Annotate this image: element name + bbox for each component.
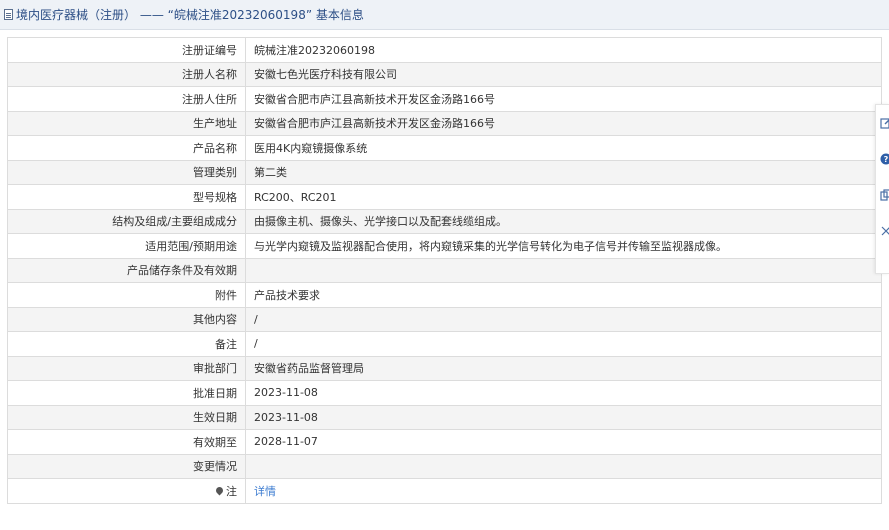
pin-icon <box>214 485 225 496</box>
row-label: 生产地址 <box>7 110 246 136</box>
table-row: 批准日期 2023-11-08 <box>7 380 882 406</box>
row-label: 审批部门 <box>7 355 246 381</box>
table-row: 其他内容 / <box>7 306 882 332</box>
row-value: 2028-11-07 <box>245 429 882 455</box>
page-title: 境内医疗器械（注册） —— “皖械注准20232060198” 基本信息 <box>16 8 364 22</box>
row-label: 注册人名称 <box>7 61 246 87</box>
row-value <box>245 453 882 479</box>
row-value: 皖械注准20232060198 <box>245 37 882 63</box>
row-value: 产品技术要求 <box>245 282 882 308</box>
row-label: 产品储存条件及有效期 <box>7 257 246 283</box>
row-value: RC200、RC201 <box>245 184 882 210</box>
note-label: 注 <box>226 484 237 498</box>
row-value: 第二类 <box>245 159 882 185</box>
row-value: 安徽七色光医疗科技有限公司 <box>245 61 882 87</box>
row-label: 批准日期 <box>7 380 246 406</box>
table-row: 注册人名称 安徽七色光医疗科技有限公司 <box>7 61 882 87</box>
details-link[interactable]: 详情 <box>254 485 276 498</box>
row-value: 由摄像主机、摄像头、光学接口以及配套线缆组成。 <box>245 208 882 234</box>
row-label: 注册人住所 <box>7 86 246 112</box>
table-row: 备注 / <box>7 331 882 357</box>
row-value: 2023-11-08 <box>245 380 882 406</box>
row-label: 管理类别 <box>7 159 246 185</box>
table-row: 生效日期 2023-11-08 <box>7 404 882 430</box>
row-value: 与光学内窥镜及监视器配合使用，将内窥镜采集的光学信号转化为电子信号并传输至监视器… <box>245 233 882 259</box>
row-label: 型号规格 <box>7 184 246 210</box>
edit-icon[interactable] <box>880 117 889 129</box>
row-value: 医用4K内窥镜摄像系统 <box>245 135 882 161</box>
table-row: 产品名称 医用4K内窥镜摄像系统 <box>7 135 882 161</box>
row-label: 其他内容 <box>7 306 246 332</box>
table-row: 审批部门 安徽省药品监督管理局 <box>7 355 882 381</box>
row-label: 注册证编号 <box>7 37 246 63</box>
row-value: / <box>245 306 882 332</box>
table-row: 管理类别 第二类 <box>7 159 882 185</box>
row-value: 安徽省合肥市庐江县高新技术开发区金汤路166号 <box>245 86 882 112</box>
row-label: 变更情况 <box>7 453 246 479</box>
row-value <box>245 257 882 283</box>
info-table: 注册证编号 皖械注准20232060198 注册人名称 安徽七色光医疗科技有限公… <box>7 37 882 504</box>
row-value: 安徽省药品监督管理局 <box>245 355 882 381</box>
page-header: 境内医疗器械（注册） —— “皖械注准20232060198” 基本信息 <box>0 0 889 30</box>
table-row: 适用范围/预期用途 与光学内窥镜及监视器配合使用，将内窥镜采集的光学信号转化为电… <box>7 233 882 259</box>
row-label: 适用范围/预期用途 <box>7 233 246 259</box>
close-icon[interactable] <box>880 225 889 237</box>
copy-icon[interactable] <box>880 189 889 201</box>
row-label: 产品名称 <box>7 135 246 161</box>
side-toolbar: ? <box>875 104 889 274</box>
row-value: 安徽省合肥市庐江县高新技术开发区金汤路166号 <box>245 110 882 136</box>
table-row: 注册证编号 皖械注准20232060198 <box>7 37 882 63</box>
table-row: 注册人住所 安徽省合肥市庐江县高新技术开发区金汤路166号 <box>7 86 882 112</box>
note-row: 注 详情 <box>7 478 882 504</box>
help-icon[interactable]: ? <box>880 153 889 165</box>
table-row: 型号规格 RC200、RC201 <box>7 184 882 210</box>
table-row: 附件 产品技术要求 <box>7 282 882 308</box>
row-value: / <box>245 331 882 357</box>
row-value: 2023-11-08 <box>245 404 882 430</box>
table-row: 结构及组成/主要组成成分 由摄像主机、摄像头、光学接口以及配套线缆组成。 <box>7 208 882 234</box>
row-label: 生效日期 <box>7 404 246 430</box>
table-row: 有效期至 2028-11-07 <box>7 429 882 455</box>
svg-text:?: ? <box>884 155 889 164</box>
row-label: 备注 <box>7 331 246 357</box>
document-icon <box>4 9 13 20</box>
table-row: 产品储存条件及有效期 <box>7 257 882 283</box>
row-label: 结构及组成/主要组成成分 <box>7 208 246 234</box>
table-row: 变更情况 <box>7 453 882 479</box>
row-label: 有效期至 <box>7 429 246 455</box>
table-row: 生产地址 安徽省合肥市庐江县高新技术开发区金汤路166号 <box>7 110 882 136</box>
row-label: 附件 <box>7 282 246 308</box>
note-value-cell: 详情 <box>245 478 882 504</box>
note-label-cell: 注 <box>7 478 246 504</box>
